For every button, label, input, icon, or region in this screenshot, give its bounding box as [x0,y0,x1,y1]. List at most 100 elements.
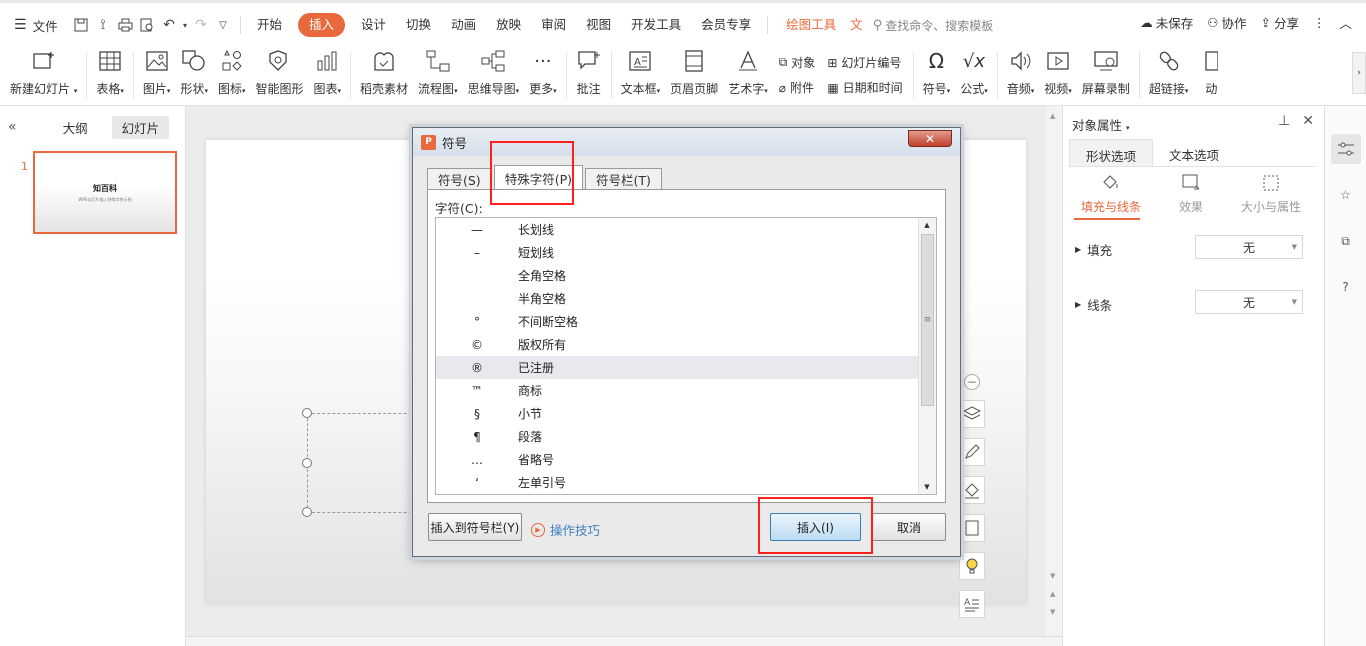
print-icon[interactable] [114,14,136,36]
tab-text-options[interactable]: 文本选项 [1153,139,1235,166]
notes-bar[interactable] [186,636,1062,646]
tab-shape-options[interactable]: 形状选项 [1069,139,1154,166]
customize-dropdown-icon[interactable]: ▽ [212,14,234,36]
tab-home[interactable]: 开始 [247,13,292,37]
sliders-icon[interactable] [1330,134,1361,164]
size-property-tab[interactable]: 大小与属性 [1231,172,1311,215]
icon-button[interactable]: 图标▾ [213,46,251,104]
undo-icon[interactable]: ↶ [158,14,180,36]
pen-icon[interactable] [959,438,985,466]
unsaved-button[interactable]: ☁ 未保存 [1140,13,1193,32]
list-item[interactable]: … 省略号 [436,448,918,471]
panel-title[interactable]: 对象属性 ▾ [1072,115,1130,134]
chevron-up-icon[interactable]: ︿ [1339,13,1352,32]
fill-select[interactable]: 无 ▼ [1195,235,1303,259]
tab-symbol[interactable]: 符号(S) [427,168,492,190]
chart-button[interactable]: 图表▾ [309,46,347,104]
attachment-button[interactable]: ⌀ 附件 [779,79,816,96]
header-footer-button[interactable]: 页眉页脚 [665,46,723,104]
list-item[interactable]: 全角空格 [436,264,918,287]
tab-slideshow[interactable]: 放映 [486,13,531,37]
action-button[interactable]: 动 [1193,46,1224,104]
formula-button[interactable]: √x 公式▾ [955,46,993,104]
comment-button[interactable]: 批注 [571,46,607,104]
textbox-button[interactable]: A 文本框▾ [616,46,666,104]
mindmap-button[interactable]: 思维导图▾ [463,46,525,104]
redo-icon[interactable]: ↷ [190,14,212,36]
list-item[interactable]: ° 不间断空格 [436,310,918,333]
share-button[interactable]: ⇪ 分享 [1260,13,1299,32]
resize-handle[interactable] [302,507,312,517]
fill-line-tab[interactable]: 填充与线条 [1071,172,1151,215]
list-item[interactable]: § 小节 [436,402,918,425]
lightbulb-icon[interactable] [959,552,985,580]
fill-bucket-icon[interactable] [959,476,985,504]
line-section[interactable]: ▶ 线条 无 ▼ [1075,290,1307,314]
shape-button[interactable]: 形状▾ [175,46,213,104]
text-format-icon[interactable]: A [959,590,985,618]
insert-to-symbol-bar-button[interactable]: 插入到符号栏(Y) [428,513,522,541]
datetime-button[interactable]: ▦ 日期和时间 [827,79,902,96]
format-painter-icon[interactable]: ⟟ [92,14,114,36]
star-pin-icon[interactable]: ☆ [1331,180,1361,210]
list-item[interactable]: – 短划线 [436,241,918,264]
collapse-toolbar-icon[interactable]: − [964,374,980,390]
pin-icon[interactable]: ⊥ [1278,113,1290,129]
symbol-button[interactable]: Ω 符号▾ [918,46,956,104]
close-icon[interactable]: ✕ [1302,113,1314,129]
audio-button[interactable]: 音频▾ [1002,46,1040,104]
screen-record-button[interactable]: 屏幕录制 [1077,46,1135,104]
canvas-scrollbar[interactable]: ▲ ▼ ▲ ▼ [1046,106,1062,636]
new-slide-button[interactable]: 新建幻灯片 ▾ [0,46,82,104]
list-item[interactable]: 半角空格 [436,287,918,310]
scroll-next-page-icon[interactable]: ▼ [1050,608,1055,616]
scroll-up-icon[interactable]: ▲ [1050,112,1055,120]
list-item[interactable]: — 长划线 [436,218,918,241]
tab-insert[interactable]: 插入 [298,13,346,37]
special-char-list[interactable]: — 长划线 – 短划线 全角空格 半角空格 ° 不间断空格 © 版权所有 ® 已注册 ™ 商标 § 小节 ¶ 段落… [435,217,937,495]
tab-design[interactable]: 设计 [351,13,396,37]
scroll-thumb[interactable]: ≡ [921,234,934,406]
dialog-close-button[interactable]: ✕ [908,130,952,147]
scroll-up-icon[interactable]: ▲ [919,218,935,232]
fill-section[interactable]: ▶ 填充 无 ▼ [1075,235,1307,259]
effect-tab[interactable]: 效果 [1151,172,1231,215]
list-item[interactable]: ‘ 左单引号 [436,471,918,494]
print-preview-icon[interactable] [136,14,158,36]
list-item[interactable]: ¶ 段落 [436,425,918,448]
tab-developer[interactable]: 开发工具 [621,13,691,37]
save-icon[interactable] [70,14,92,36]
hyperlink-button[interactable]: 超链接▾ [1144,46,1194,104]
undo-dropdown-icon[interactable]: ▾ [180,14,190,36]
flowchart-button[interactable]: 流程图▾ [413,46,463,104]
scroll-prev-page-icon[interactable]: ▲ [1050,590,1055,598]
table-button[interactable]: 表格▾ [91,46,129,104]
tab-view[interactable]: 视图 [576,13,621,37]
resize-handle[interactable] [302,458,312,468]
scroll-down-icon[interactable]: ▼ [919,480,935,494]
more-icon[interactable]: ⋮ [1313,15,1326,30]
tab-transition[interactable]: 切换 [396,13,441,37]
list-scrollbar[interactable]: ▲ ≡ ▼ [918,218,936,494]
collab-button[interactable]: ⚇ 协作 [1207,13,1246,32]
help-icon[interactable]: ? [1331,272,1361,302]
layers-icon[interactable] [959,400,985,428]
video-button[interactable]: 视频▾ [1039,46,1077,104]
copy-icon[interactable]: ⧉ [1331,226,1361,256]
resize-handle[interactable] [302,408,312,418]
picture-button[interactable]: 图片▾ [138,46,176,104]
command-search[interactable]: ⚲ 查找命令、搜索模板 [873,17,994,34]
tips-link[interactable]: ▶ 操作技巧 [531,520,600,539]
scroll-down-icon[interactable]: ▼ [1050,572,1055,580]
object-button[interactable]: ⧉ 对象 [779,54,816,71]
tab-symbol-bar[interactable]: 符号栏(T) [585,168,662,190]
tab-member[interactable]: 会员专享 [691,13,761,37]
list-item[interactable]: © 版权所有 [436,333,918,356]
file-menu[interactable]: ☰ 文件 [0,16,70,35]
slide-number-button[interactable]: ⊞ 幻灯片编号 [827,54,902,71]
tab-drawing-tools[interactable]: 绘图工具 [774,13,848,37]
more-button[interactable]: ··· 更多▾ [524,46,562,104]
list-item[interactable]: ™ 商标 [436,379,918,402]
tab-outline[interactable]: 大纲 [53,116,98,139]
cancel-button[interactable]: 取消 [872,513,946,541]
